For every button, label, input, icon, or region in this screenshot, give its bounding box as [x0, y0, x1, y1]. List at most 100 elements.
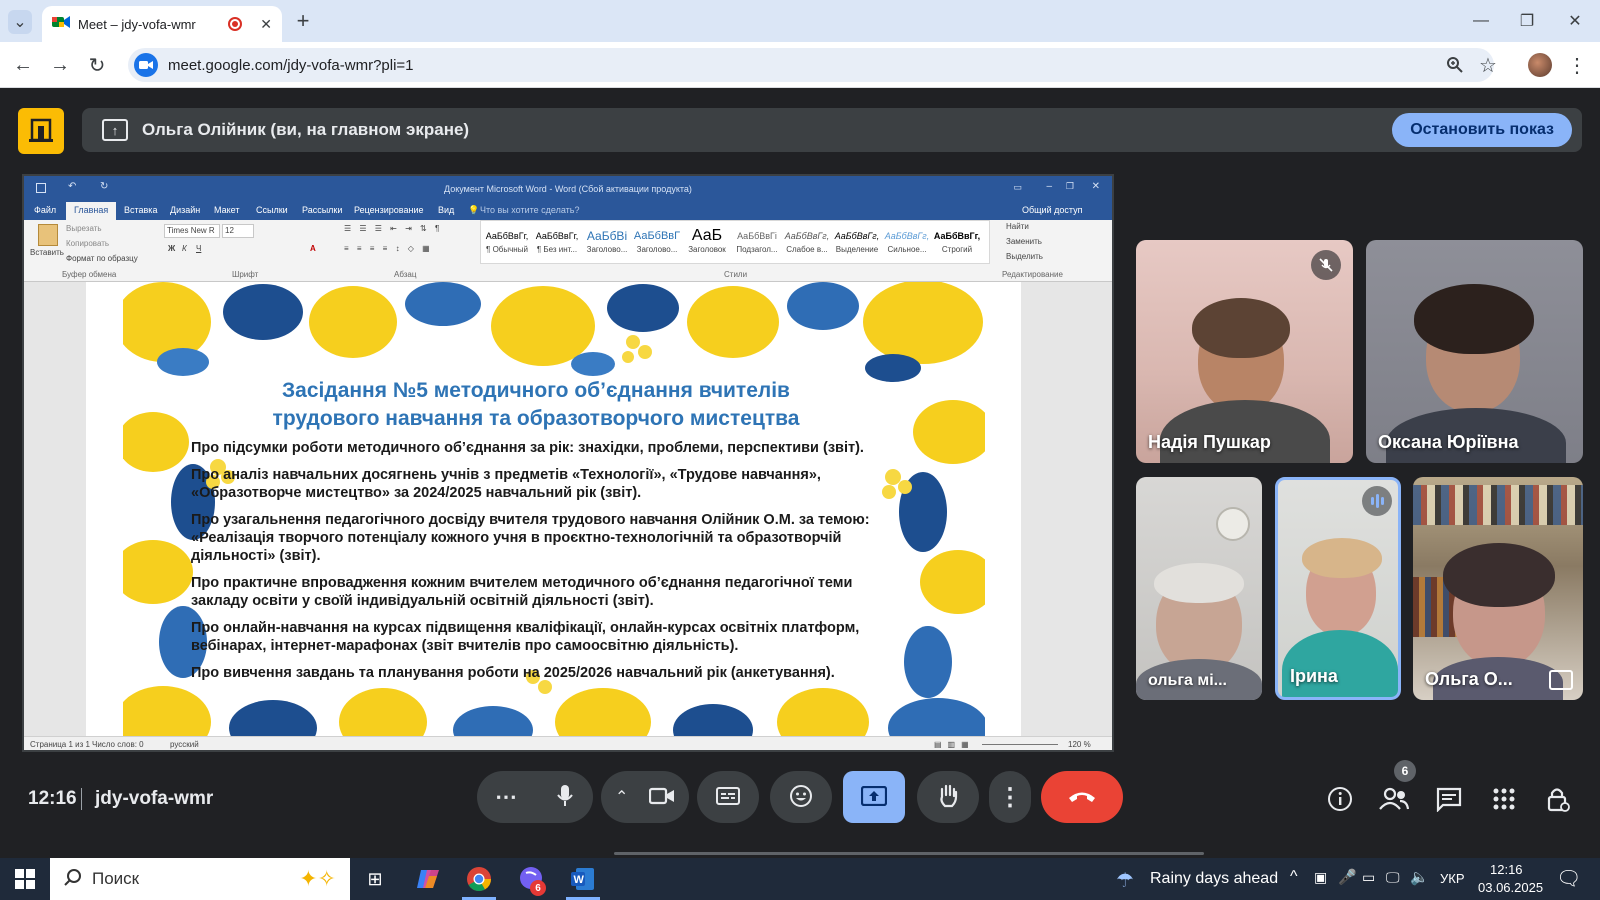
style-title[interactable]: АаБ Заголовок — [683, 227, 731, 257]
site-info-icon[interactable] — [134, 53, 158, 77]
word-tab-home[interactable]: Главная — [66, 202, 117, 220]
word-tab-mailings[interactable]: Рассылки — [302, 205, 342, 215]
tell-me-box[interactable]: Что вы хотите сделать? — [480, 205, 580, 215]
restore-window-button[interactable]: ❐ — [1514, 8, 1540, 34]
video-options-chevron-icon[interactable]: ⌃ — [615, 787, 628, 807]
word-close-icon[interactable]: ✕ — [1092, 181, 1100, 192]
network-icon[interactable]: 🖵 — [1386, 869, 1400, 886]
find-button[interactable]: Найти — [1006, 222, 1029, 231]
present-now-button[interactable] — [843, 771, 905, 823]
bold-button[interactable]: Ж — [168, 244, 175, 253]
new-tab-button[interactable]: + — [290, 8, 316, 34]
keyboard-language[interactable]: УКР — [1440, 871, 1465, 886]
browser-menu-icon[interactable]: ⋮ — [1564, 52, 1590, 78]
view-buttons-icon[interactable]: ▤▥▦ — [934, 740, 975, 749]
copy-label[interactable]: Копировать — [66, 239, 109, 248]
host-controls-lock-icon[interactable] — [1542, 783, 1574, 815]
word-tab-file[interactable]: Файл — [34, 205, 56, 215]
style-heading2[interactable]: АаБбВвГ Заголово... — [633, 227, 681, 257]
select-button[interactable]: Выделить — [1006, 252, 1043, 261]
replace-button[interactable]: Заменить — [1006, 237, 1042, 246]
horizontal-scrollbar[interactable] — [614, 852, 1204, 855]
raise-hand-button[interactable] — [917, 771, 979, 823]
meeting-details-icon[interactable] — [1324, 783, 1356, 815]
people-icon[interactable] — [1378, 783, 1410, 815]
word-tab-view[interactable]: Вид — [438, 205, 454, 215]
taskbar-search-box[interactable]: Поиск ✦✧ — [50, 858, 350, 900]
list-buttons-icon[interactable]: ☰ ☰ ☰ ⇤ ⇥ ⇅ ¶ — [344, 224, 442, 233]
style-normal[interactable]: АаБбВвГг, ¶ Обычный — [483, 227, 531, 257]
word-share-button[interactable]: Общий доступ — [1022, 205, 1082, 215]
participant-tile[interactable]: Надія Пушкар — [1136, 240, 1353, 463]
align-buttons-icon[interactable]: ≡ ≡ ≡ ≡ ↕ ◇ ▦ — [344, 244, 433, 253]
format-painter-label[interactable]: Формат по образцу — [66, 254, 138, 263]
participant-tile[interactable]: ольга мі... — [1136, 477, 1262, 700]
audio-more-options-icon[interactable]: ⋯ — [495, 784, 517, 810]
cut-label[interactable]: Вырезать — [66, 224, 102, 233]
reload-icon[interactable]: ↻ — [84, 52, 110, 78]
style-subtle-emphasis[interactable]: АаБбВвГг, Слабое в... — [783, 227, 831, 257]
word-tab-insert[interactable]: Вставка — [124, 205, 157, 215]
tray-overflow-chevron-icon[interactable]: ^ — [1290, 868, 1298, 886]
windows-start-icon[interactable] — [10, 864, 40, 894]
battery-icon[interactable]: ▭ — [1362, 869, 1375, 886]
mic-tray-icon[interactable]: 🎤 — [1338, 868, 1357, 886]
camera-icon[interactable] — [648, 787, 675, 808]
paste-label[interactable]: Вставить — [30, 248, 64, 257]
chrome-icon[interactable] — [464, 864, 494, 894]
pip-icon[interactable] — [1549, 670, 1573, 690]
clock-time[interactable]: 12:16 — [1490, 862, 1523, 877]
zoom-slider[interactable] — [982, 744, 1058, 745]
font-name-select[interactable]: Times New R — [164, 224, 220, 238]
participant-tile[interactable]: Оксана Юріївна — [1366, 240, 1583, 463]
forward-arrow-icon[interactable]: → — [47, 52, 73, 78]
participant-tile[interactable]: Ольга О... — [1413, 477, 1583, 700]
save-icon[interactable] — [36, 183, 46, 193]
close-window-button[interactable]: ✕ — [1562, 8, 1588, 34]
clock-date[interactable]: 03.06.2025 — [1478, 880, 1543, 895]
word-ribbon-display-icon[interactable]: ▭ — [1013, 182, 1022, 193]
font-size-select[interactable]: 12 — [222, 224, 254, 238]
redo-icon[interactable]: ↻ — [100, 181, 108, 192]
word-restore-icon[interactable]: ❐ — [1066, 181, 1074, 192]
tab-search-chevron-icon[interactable]: ⌄ — [8, 10, 32, 34]
word-tab-review[interactable]: Рецензирование — [354, 205, 424, 215]
chat-icon[interactable] — [1433, 783, 1465, 815]
underline-button[interactable]: Ч — [196, 244, 201, 253]
browser-tab-meet[interactable]: Meet – jdy-vofa-wmr ✕ — [42, 6, 282, 42]
style-no-spacing[interactable]: АаБбВвГг, ¶ Без инт... — [533, 227, 581, 257]
italic-button[interactable]: К — [182, 244, 187, 253]
word-tab-design[interactable]: Дизайн — [170, 205, 200, 215]
copilot-icon[interactable] — [413, 864, 443, 894]
reactions-button[interactable] — [770, 771, 832, 823]
word-icon[interactable]: W — [568, 864, 598, 894]
style-heading1[interactable]: АаБбВі Заголово... — [583, 227, 631, 257]
word-minimize-icon[interactable]: – — [1046, 181, 1052, 192]
stop-sharing-button[interactable]: Остановить показ — [1392, 113, 1572, 147]
captions-button[interactable] — [697, 771, 759, 823]
style-emphasis[interactable]: АаБбВвГг, Выделение — [833, 227, 881, 257]
tab-close-icon[interactable]: ✕ — [260, 16, 272, 33]
font-color-button[interactable]: A — [310, 244, 316, 253]
activities-icon[interactable] — [1488, 783, 1520, 815]
more-options-button[interactable]: ⋮ — [989, 771, 1031, 823]
word-tab-layout[interactable]: Макет — [214, 205, 239, 215]
meet-tray-icon[interactable]: ▣ — [1314, 869, 1327, 886]
undo-icon[interactable]: ↶ — [68, 181, 76, 192]
microphone-icon[interactable] — [555, 784, 575, 811]
notifications-icon[interactable]: 🗨 — [1556, 866, 1581, 891]
zoom-icon[interactable] — [1442, 52, 1468, 78]
paste-icon[interactable] — [38, 224, 58, 246]
bookmark-star-icon[interactable]: ☆ — [1475, 52, 1501, 78]
volume-icon[interactable]: 🔈 — [1410, 868, 1429, 886]
style-intense-emphasis[interactable]: АаБбВвГг, Сильное... — [883, 227, 931, 257]
minimize-window-button[interactable]: — — [1468, 8, 1494, 34]
style-subtitle[interactable]: АаБбВвГі Подзагол... — [733, 227, 781, 257]
leave-call-button[interactable] — [1041, 771, 1123, 823]
task-view-icon[interactable]: ⊞ — [360, 864, 390, 894]
style-strong[interactable]: АаБбВвГг, Строгий — [933, 227, 981, 257]
participant-tile-speaking[interactable]: Ірина — [1275, 477, 1401, 700]
profile-avatar[interactable] — [1528, 53, 1552, 77]
back-arrow-icon[interactable]: ← — [10, 52, 36, 78]
word-tab-references[interactable]: Ссылки — [256, 205, 288, 215]
